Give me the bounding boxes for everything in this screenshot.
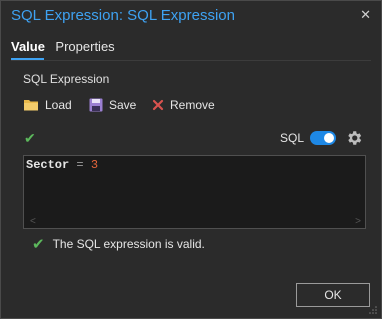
close-icon[interactable]: ✕ bbox=[360, 7, 371, 23]
validation-status: ✔ The SQL expression is valid. bbox=[32, 235, 205, 253]
folder-icon bbox=[24, 100, 38, 111]
literal-value: 3 bbox=[90, 158, 99, 172]
operator: = bbox=[76, 158, 84, 172]
load-button[interactable]: Load bbox=[23, 96, 72, 114]
expression-code: Sector = 3 bbox=[26, 158, 98, 172]
horizontal-scrollbar[interactable]: < > bbox=[24, 216, 365, 228]
sql-toggle-switch[interactable] bbox=[310, 131, 336, 145]
scroll-right-icon[interactable]: > bbox=[355, 216, 361, 227]
sql-toggle-area: SQL bbox=[280, 128, 363, 148]
verify-checkmark-icon[interactable]: ✔ bbox=[24, 130, 36, 147]
save-label: Save bbox=[109, 98, 137, 112]
resize-grip-icon[interactable] bbox=[368, 305, 378, 315]
save-button[interactable]: Save bbox=[89, 96, 136, 114]
load-label: Load bbox=[45, 98, 72, 112]
floppy-disk-icon bbox=[89, 98, 103, 112]
tab-divider bbox=[11, 60, 371, 61]
remove-label: Remove bbox=[170, 98, 215, 112]
sql-toggle-label: SQL bbox=[279, 131, 304, 145]
field-name: Sector bbox=[26, 158, 70, 172]
toggle-knob bbox=[324, 133, 334, 143]
tab-value[interactable]: Value bbox=[11, 39, 45, 54]
sql-expression-editor[interactable]: Sector = 3 < > bbox=[23, 155, 366, 229]
section-label: SQL Expression bbox=[23, 72, 110, 86]
tab-properties[interactable]: Properties bbox=[55, 39, 114, 54]
ok-button[interactable]: OK bbox=[296, 283, 370, 307]
sql-expression-dialog: SQL Expression: SQL Expression ✕ Value P… bbox=[0, 0, 382, 319]
red-x-icon bbox=[152, 99, 164, 111]
gear-icon[interactable] bbox=[345, 129, 363, 147]
remove-button[interactable]: Remove bbox=[152, 96, 215, 114]
validation-message: The SQL expression is valid. bbox=[52, 237, 205, 251]
dialog-title: SQL Expression: SQL Expression bbox=[11, 7, 235, 24]
valid-checkmark-icon: ✔ bbox=[32, 236, 45, 253]
title-bar: SQL Expression: SQL Expression ✕ bbox=[1, 1, 381, 31]
scroll-left-icon[interactable]: < bbox=[30, 216, 36, 227]
